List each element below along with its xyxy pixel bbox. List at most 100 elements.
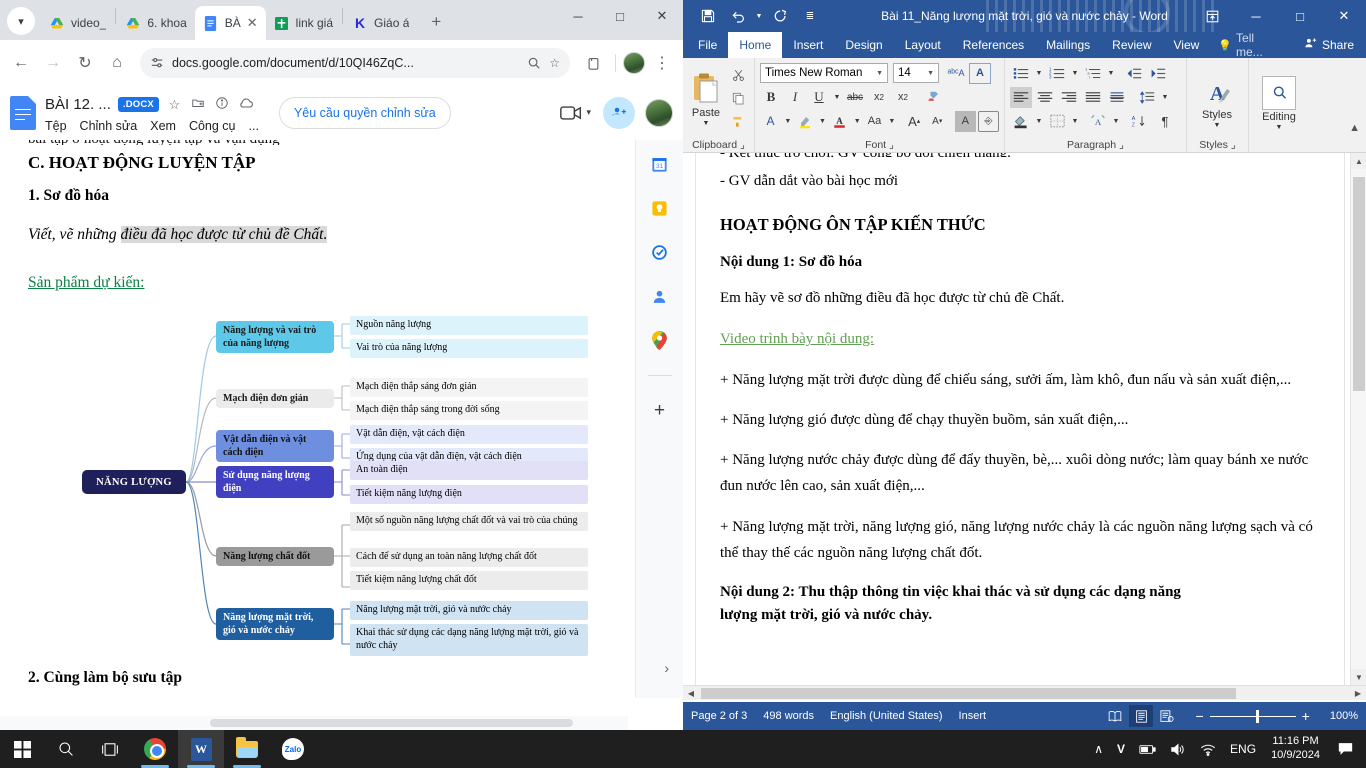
taskbar-app-chrome[interactable] xyxy=(132,730,178,768)
volume-icon[interactable] xyxy=(1163,730,1193,768)
bold-button[interactable]: B xyxy=(760,87,782,108)
insert-mode-indicator[interactable]: Insert xyxy=(959,710,987,722)
font-family-selector[interactable]: Times New Roman ▼ xyxy=(760,63,888,83)
add-addon-icon[interactable]: + xyxy=(649,400,671,422)
tab-insert[interactable]: Insert xyxy=(782,32,834,58)
subscript-button[interactable]: x2 xyxy=(868,87,890,108)
maps-icon[interactable] xyxy=(649,329,671,351)
cut-icon[interactable] xyxy=(727,65,749,86)
scrollbar-thumb[interactable] xyxy=(701,688,1236,699)
taskbar-app-zalo[interactable]: Zalo xyxy=(270,730,316,768)
customize-qat-icon[interactable]: ≣ xyxy=(795,3,825,29)
font-size-selector[interactable]: 14 ▼ xyxy=(893,63,939,83)
clock[interactable]: 11:16 PM 10/9/2024 xyxy=(1263,735,1328,763)
scroll-up-arrow[interactable]: ▲ xyxy=(1351,153,1366,169)
read-mode-icon[interactable] xyxy=(1103,705,1127,727)
share-button[interactable]: Share xyxy=(1291,32,1366,58)
tasks-icon[interactable] xyxy=(649,241,671,263)
asian-layout-icon[interactable]: A xyxy=(1087,111,1109,132)
ribbon-display-options-button[interactable] xyxy=(1190,0,1234,32)
clear-all-formatting-icon[interactable] xyxy=(922,87,944,108)
tab-references[interactable]: References xyxy=(952,32,1035,58)
chevron-down-icon[interactable]: ▼ xyxy=(876,70,883,77)
zoom-track[interactable] xyxy=(1209,709,1296,723)
address-bar[interactable]: docs.google.com/document/d/10QI46ZqC... … xyxy=(140,48,570,78)
menu-item-file[interactable]: Tệp xyxy=(45,119,67,133)
copy-icon[interactable] xyxy=(727,88,749,109)
shrink-font-icon[interactable]: A ▾ xyxy=(927,111,948,132)
maximize-button[interactable]: □ xyxy=(599,0,641,32)
text-highlight-icon[interactable] xyxy=(795,111,816,132)
taskbar-app-word[interactable]: W xyxy=(178,730,224,768)
save-icon[interactable] xyxy=(693,3,723,29)
chevron-down-icon[interactable]: ▼ xyxy=(1034,63,1044,84)
italic-button[interactable]: I xyxy=(784,87,806,108)
chevron-down-icon[interactable]: ▼ xyxy=(1214,122,1221,129)
menu-item-edit[interactable]: Chỉnh sửa xyxy=(80,119,138,133)
chevron-down-icon[interactable]: ▼ xyxy=(1160,87,1170,108)
tab-file[interactable]: File xyxy=(687,32,728,58)
chevron-down-icon[interactable]: ▼ xyxy=(852,111,862,132)
home-button[interactable]: ⌂ xyxy=(102,48,132,78)
align-left-button[interactable] xyxy=(1010,86,1032,108)
minimize-button[interactable]: ─ xyxy=(557,0,599,32)
tab-review[interactable]: Review xyxy=(1101,32,1162,58)
line-spacing-icon[interactable] xyxy=(1136,87,1158,108)
character-shading-icon[interactable]: A xyxy=(954,110,976,132)
distributed-button[interactable] xyxy=(1106,87,1128,108)
underline-button[interactable]: U xyxy=(808,87,830,108)
reload-button[interactable]: ↻ xyxy=(70,48,100,78)
browser-tab-0[interactable]: video_ xyxy=(41,6,114,40)
chevron-down-icon[interactable]: ▼ xyxy=(753,3,765,29)
menu-item-tools[interactable]: Công cụ xyxy=(189,119,236,133)
avatar[interactable] xyxy=(623,52,645,74)
word-page[interactable]: - Kết thúc trò chơi, GV công bố đội chiế… xyxy=(695,153,1345,693)
start-icon[interactable] xyxy=(0,730,44,768)
wifi-icon[interactable] xyxy=(1193,730,1223,768)
close-button[interactable]: ✕ xyxy=(1322,0,1366,32)
task-view-icon[interactable] xyxy=(88,730,132,768)
redo-icon[interactable] xyxy=(765,3,795,29)
browser-tab-2-active[interactable]: BÀ ✕ xyxy=(194,6,266,40)
document-page[interactable]: bài tập ở hoạt động luyện tập và vận dụn… xyxy=(0,140,628,698)
zoom-slider[interactable]: − + xyxy=(1195,708,1309,724)
notification-icon[interactable] xyxy=(1328,730,1362,768)
collapse-ribbon-button[interactable]: ▲ xyxy=(1349,122,1360,134)
superscript-button[interactable]: x2 xyxy=(892,87,914,108)
scrollbar-thumb[interactable] xyxy=(1353,177,1365,391)
chevron-down-icon[interactable]: ▼ xyxy=(1034,111,1044,132)
editing-button[interactable]: Editing ▼ xyxy=(1254,65,1304,141)
menu-item-more[interactable]: ... xyxy=(249,119,259,133)
undo-icon[interactable] xyxy=(723,3,753,29)
align-right-button[interactable] xyxy=(1058,87,1080,108)
grow-font-icon[interactable]: A ▴ xyxy=(904,111,925,132)
word-count[interactable]: 498 words xyxy=(763,710,814,722)
scroll-down-arrow[interactable]: ▼ xyxy=(1351,669,1366,685)
zoom-thumb[interactable] xyxy=(1255,709,1259,723)
chevron-down-icon[interactable]: ▼ xyxy=(1106,63,1116,84)
chevron-down-icon[interactable]: ▼ xyxy=(818,111,828,132)
vpn-icon[interactable]: V xyxy=(1110,730,1132,768)
character-border-icon[interactable]: ⎆ xyxy=(977,110,1000,132)
chevron-down-icon[interactable]: ▼ xyxy=(703,120,710,127)
back-button[interactable]: ← xyxy=(6,48,36,78)
tab-home[interactable]: Home xyxy=(728,32,783,58)
document-title[interactable]: BÀI 12. ... xyxy=(45,96,111,113)
format-painter-icon[interactable] xyxy=(727,111,749,132)
chevron-down-icon[interactable]: ▼ xyxy=(927,70,934,77)
styles-button[interactable]: A Styles ▼ xyxy=(1192,65,1242,141)
tune-icon[interactable] xyxy=(150,56,164,70)
battery-icon[interactable] xyxy=(1132,730,1163,768)
strikethrough-button[interactable]: abc xyxy=(844,87,866,108)
chevron-down-icon[interactable]: ▼ xyxy=(832,87,842,108)
search-icon[interactable] xyxy=(527,56,541,70)
borders-icon[interactable] xyxy=(1046,111,1068,132)
browser-tab-4[interactable]: K Giáo á xyxy=(344,6,417,40)
chevron-right-icon[interactable]: › xyxy=(664,660,669,676)
contacts-icon[interactable] xyxy=(649,285,671,307)
word-horizontal-scrollbar[interactable]: ◀ ▶ xyxy=(683,685,1366,700)
chevron-down-icon[interactable]: ▼ xyxy=(1276,124,1283,131)
menu-item-view[interactable]: Xem xyxy=(150,119,176,133)
decrease-indent-icon[interactable] xyxy=(1123,63,1145,84)
justify-button[interactable] xyxy=(1082,87,1104,108)
